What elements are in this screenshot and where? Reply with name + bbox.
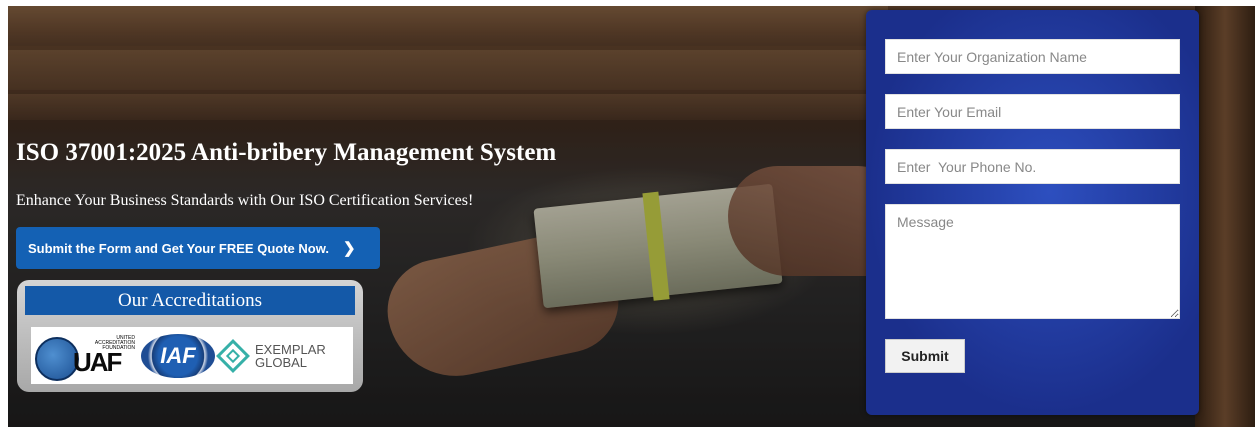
page-title: ISO 37001:2025 Anti-bribery Management S… bbox=[16, 139, 557, 166]
iaf-logo: IAF bbox=[141, 333, 215, 378]
accreditations-heading: Our Accreditations bbox=[25, 286, 355, 315]
chevron-right-icon: ❯ bbox=[342, 240, 356, 257]
organization-name-input[interactable] bbox=[885, 39, 1180, 74]
quote-form-panel: Submit bbox=[866, 10, 1199, 415]
diamond-icon bbox=[216, 338, 250, 373]
submit-button[interactable]: Submit bbox=[885, 339, 965, 373]
email-input[interactable] bbox=[885, 94, 1180, 129]
iaf-logo-text: IAF bbox=[160, 342, 196, 368]
exemplar-global-logo: EXEMPLAR GLOBAL bbox=[216, 338, 326, 373]
get-quote-button[interactable]: Submit the Form and Get Your FREE Quote … bbox=[16, 227, 380, 269]
accreditations-box: Our Accreditations UNITED ACCREDITATION … bbox=[17, 280, 363, 392]
page-subtitle: Enhance Your Business Standards with Our… bbox=[16, 192, 474, 209]
uaf-logo: UNITED ACCREDITATION FOUNDATION UAF bbox=[33, 331, 137, 381]
get-quote-label: Submit the Form and Get Your FREE Quote … bbox=[28, 240, 329, 256]
accreditation-logos: UNITED ACCREDITATION FOUNDATION UAF IAF … bbox=[31, 327, 353, 384]
phone-input[interactable] bbox=[885, 149, 1180, 184]
exemplar-line2: GLOBAL bbox=[255, 354, 308, 370]
exemplar-line1: EXEMPLAR bbox=[255, 341, 326, 357]
message-textarea[interactable] bbox=[885, 204, 1180, 319]
uaf-logo-text: UAF bbox=[73, 346, 122, 377]
